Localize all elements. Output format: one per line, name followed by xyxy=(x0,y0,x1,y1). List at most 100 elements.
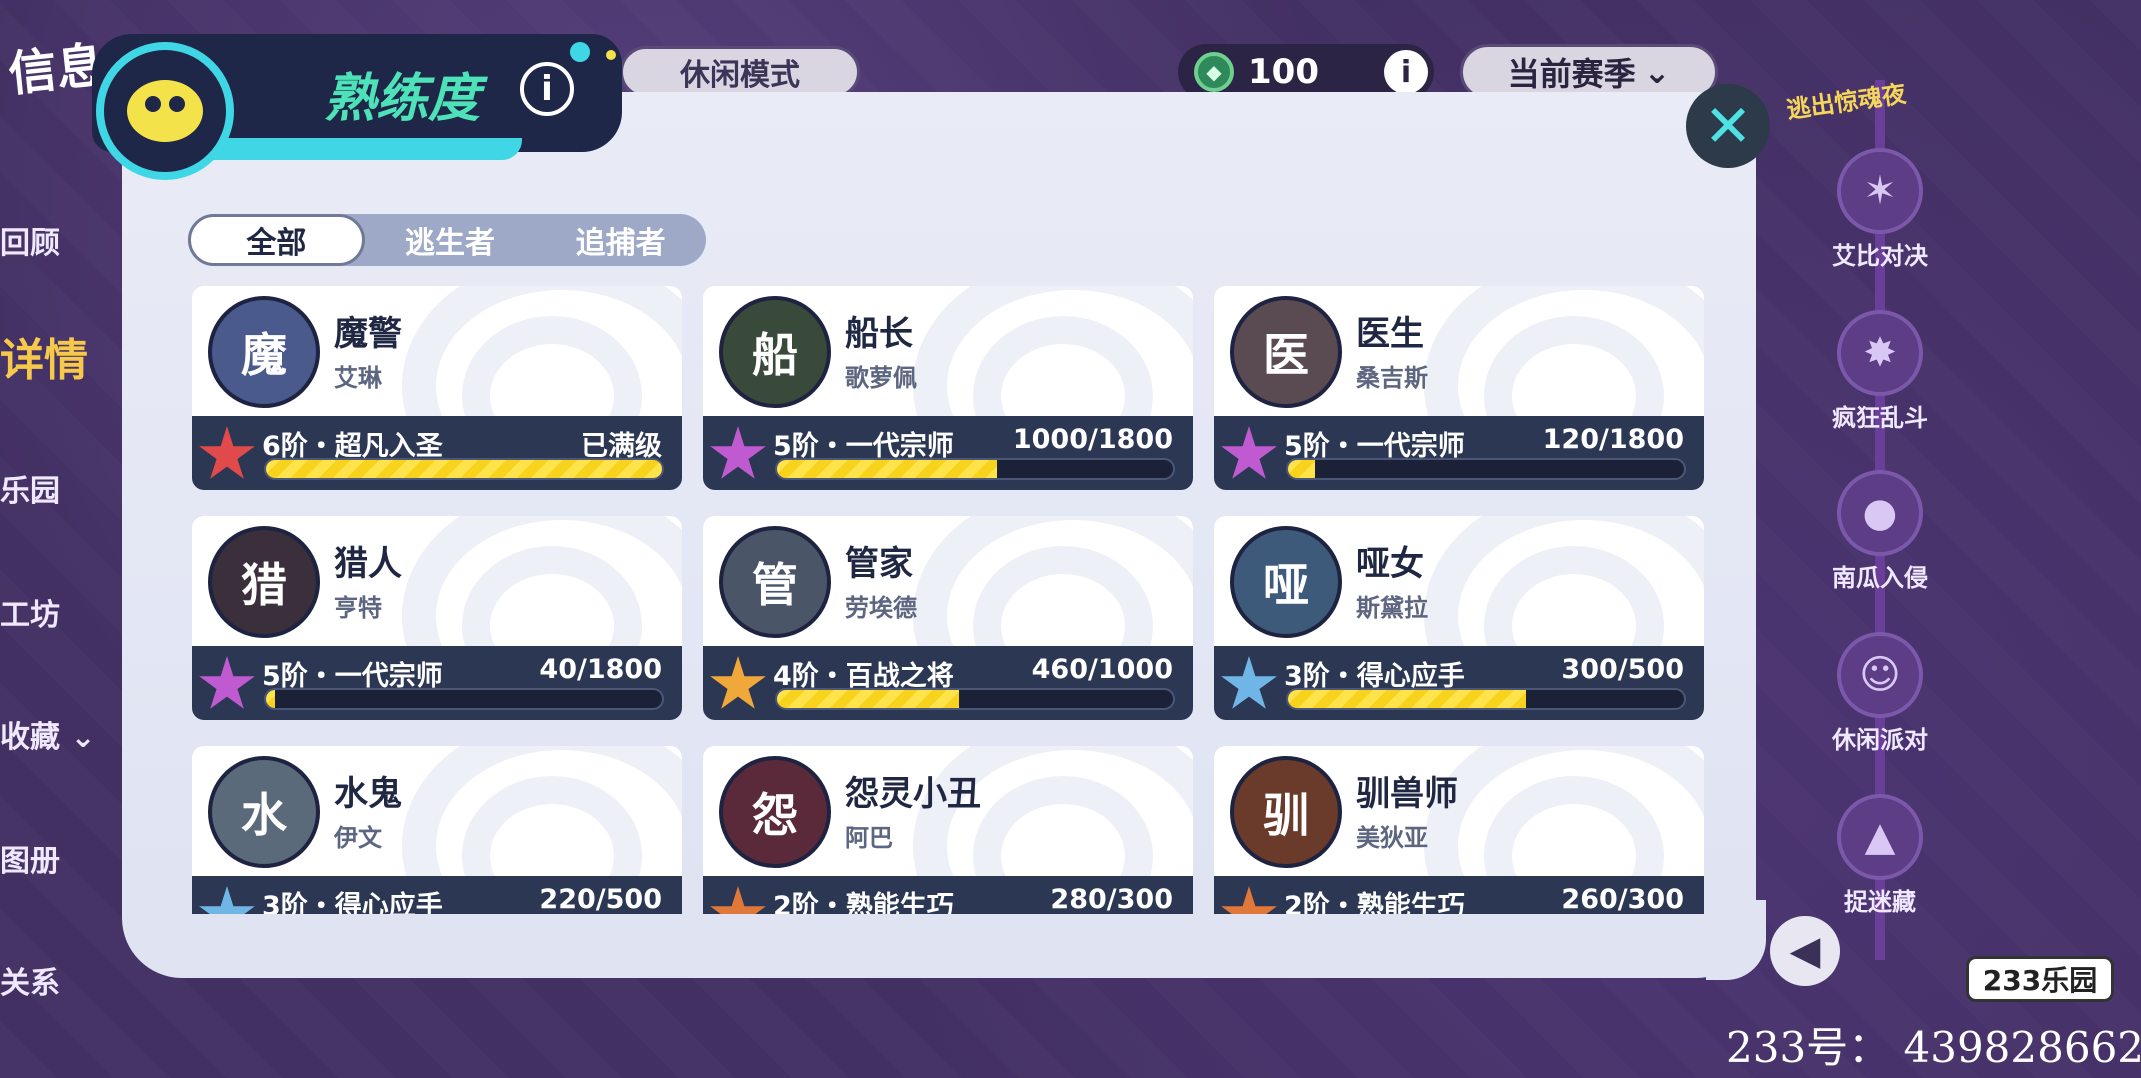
progress-fill xyxy=(1288,690,1526,708)
fish-icon: ✸ xyxy=(1837,310,1923,396)
card-progress-section: 5阶・一代宗师 40/1800 xyxy=(192,646,682,720)
left-nav-item-collection[interactable]: 收藏 ⌄ xyxy=(0,712,96,756)
character-name: 桑吉斯 xyxy=(1356,364,1428,392)
rail-item-party[interactable]: ☺ 休闲派对 xyxy=(1800,632,1960,755)
card-progress-section: 2阶・熟能生巧 280/300 xyxy=(703,876,1193,914)
role-name: 水鬼 xyxy=(334,774,402,814)
character-avatar: 怨 xyxy=(719,756,831,868)
proficiency-card[interactable]: 医医生 桑吉斯 5阶・一代宗师 120/1800 xyxy=(1214,286,1704,490)
card-progress-section: 2阶・熟能生巧 260/300 xyxy=(1214,876,1704,914)
left-nav-item-review[interactable]: 回顾 xyxy=(0,218,60,262)
rank-label: 3阶・得心应手 xyxy=(262,891,443,914)
rail-item-hide-seek[interactable]: ▲ 捉迷藏 xyxy=(1800,794,1960,917)
user-id: 233号： 439828662 xyxy=(1726,1023,2141,1072)
character-name: 美狄亚 xyxy=(1356,824,1428,852)
tab-all[interactable]: 全部 xyxy=(188,214,365,266)
role-name: 管家 xyxy=(845,544,913,584)
character-avatar: 驯 xyxy=(1230,756,1342,868)
season-label: 当前赛季 xyxy=(1507,55,1636,93)
proficiency-card-grid: 魔魔警 艾琳 6阶・超凡入圣 已满级船船长 歌萝佩 5阶・一代宗师 1000/1800 医医生… xyxy=(192,286,1706,914)
chevron-down-icon: ⌄ xyxy=(1643,53,1671,91)
left-nav-item-workshop[interactable]: 工坊 xyxy=(0,590,60,634)
progress-text: 120/1800 xyxy=(1542,424,1684,455)
progress-text: 460/1000 xyxy=(1031,654,1173,685)
rank-label: 2阶・熟能生巧 xyxy=(1284,891,1465,914)
progress-fill xyxy=(266,690,275,708)
role-name: 哑女 xyxy=(1356,544,1424,584)
filter-tabs: 全部 逃生者 追捕者 xyxy=(188,214,706,266)
rail-item-label: 艾比对决 xyxy=(1832,242,1928,270)
character-avatar: 魔 xyxy=(208,296,320,408)
proficiency-card[interactable]: 怨怨灵小丑 阿巴 2阶・熟能生巧 280/300 xyxy=(703,746,1193,914)
progress-bar xyxy=(264,458,664,480)
pumpkin-icon: ● xyxy=(1837,470,1923,556)
proficiency-card[interactable]: 管管家 劳埃德 4阶・百战之将 460/1000 xyxy=(703,516,1193,720)
card-progress-section: 5阶・一代宗师 120/1800 xyxy=(1214,416,1704,490)
character-avatar: 哑 xyxy=(1230,526,1342,638)
info-icon[interactable]: i xyxy=(520,62,574,116)
rank-medal-icon xyxy=(1221,886,1277,914)
rank-label: 2阶・熟能生巧 xyxy=(773,891,954,914)
proficiency-card[interactable]: 魔魔警 艾琳 6阶・超凡入圣 已满级 xyxy=(192,286,682,490)
progress-bar xyxy=(1286,458,1686,480)
character-name: 亨特 xyxy=(334,594,382,622)
rank-medal-icon xyxy=(710,886,766,914)
tab-survivors[interactable]: 逃生者 xyxy=(365,214,536,266)
header-accent xyxy=(192,138,522,160)
left-nav-item-relations[interactable]: 关系 xyxy=(0,958,60,1002)
card-progress-section: 3阶・得心应手 300/500 xyxy=(1214,646,1704,720)
left-nav-item-details[interactable]: 详情 xyxy=(0,324,88,388)
character-name: 歌萝佩 xyxy=(845,364,917,392)
proficiency-card[interactable]: 猎猎人亨特 5阶・一代宗师 40/1800 xyxy=(192,516,682,720)
left-nav: 信息 回顾 详情 乐园 工坊 收藏 ⌄ 图册 关系 xyxy=(0,0,120,1078)
rank-medal-icon xyxy=(710,426,766,479)
proficiency-card[interactable]: 驯驯兽师美狄亚 2阶・熟能生巧 260/300 xyxy=(1214,746,1704,914)
mode-rail: 逃出惊魂夜 ✶ 艾比对决 ✸ 疯狂乱斗 ● 南瓜入侵 ☺ 休闲派对 ▲ 捉迷藏 xyxy=(1785,20,1960,1020)
rail-item-pumpkin[interactable]: ● 南瓜入侵 xyxy=(1800,470,1960,593)
rail-item-label: 捉迷藏 xyxy=(1844,888,1916,916)
mode-button[interactable]: 休闲模式 xyxy=(620,46,860,98)
character-name: 劳埃德 xyxy=(845,594,917,622)
card-progress-section: 3阶・得心应手 220/500 xyxy=(192,876,682,914)
card-progress-section: 6阶・超凡入圣 已满级 xyxy=(192,416,682,490)
left-nav-item-album[interactable]: 图册 xyxy=(0,836,60,880)
progress-fill xyxy=(1288,460,1315,478)
collapse-arrow-button[interactable]: ◀ xyxy=(1770,916,1840,986)
rail-item-label: 疯狂乱斗 xyxy=(1832,404,1928,432)
tab-hunters[interactable]: 追捕者 xyxy=(535,214,706,266)
role-name: 猎人 xyxy=(334,544,402,584)
proficiency-emblem-icon xyxy=(96,42,234,180)
currency-value: 100 xyxy=(1248,52,1319,92)
character-name: 斯黛拉 xyxy=(1356,594,1428,622)
character-avatar: 水 xyxy=(208,756,320,868)
close-button[interactable]: ✕ xyxy=(1686,84,1770,168)
proficiency-card[interactable]: 哑哑女斯黛拉 3阶・得心应手 300/500 xyxy=(1214,516,1704,720)
role-name: 驯兽师 xyxy=(1356,774,1458,814)
progress-bar xyxy=(1286,688,1686,710)
character-name: 阿巴 xyxy=(845,824,893,852)
rail-item-label: 南瓜入侵 xyxy=(1832,564,1928,592)
progress-fill xyxy=(266,460,662,478)
progress-text: 40/1800 xyxy=(539,654,662,685)
currency-info-icon[interactable]: i xyxy=(1384,50,1428,94)
proficiency-card[interactable]: 船船长 歌萝佩 5阶・一代宗师 1000/1800 xyxy=(703,286,1193,490)
rank-medal-icon xyxy=(199,656,255,709)
rail-item-duel[interactable]: ✶ 艾比对决 xyxy=(1800,148,1960,271)
progress-bar xyxy=(775,688,1175,710)
dialog-title: 熟练度 xyxy=(324,69,481,129)
character-name: 艾琳 xyxy=(334,364,382,392)
progress-text: 1000/1800 xyxy=(1012,424,1173,455)
proficiency-card[interactable]: 水水鬼 伊文 3阶・得心应手 220/500 xyxy=(192,746,682,914)
duel-icon: ✶ xyxy=(1837,148,1923,234)
character-avatar: 猎 xyxy=(208,526,320,638)
brand-logo: 233乐园 xyxy=(1966,956,2114,1002)
rail-top-label[interactable]: 逃出惊魂夜 xyxy=(1784,74,1908,125)
close-icon: ✕ xyxy=(1703,92,1753,160)
left-nav-item-park[interactable]: 乐园 xyxy=(0,466,60,510)
progress-text: 220/500 xyxy=(539,884,662,914)
rail-item-brawl[interactable]: ✸ 疯狂乱斗 xyxy=(1800,310,1960,433)
role-name: 船长 xyxy=(845,314,913,354)
hide-seek-icon: ▲ xyxy=(1837,794,1923,880)
card-progress-section: 5阶・一代宗师 1000/1800 xyxy=(703,416,1193,490)
rank-medal-icon xyxy=(710,656,766,709)
